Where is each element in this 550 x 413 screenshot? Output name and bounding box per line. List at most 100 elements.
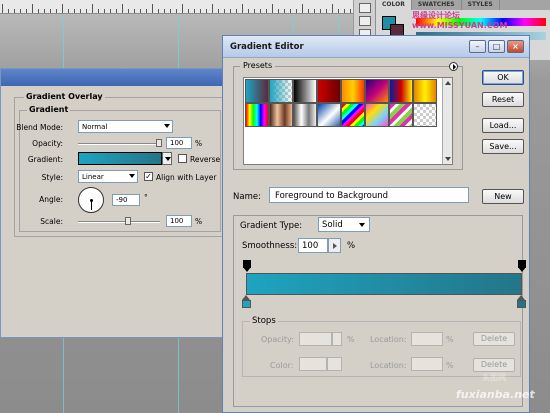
scale-input[interactable]: 100 — [166, 215, 192, 227]
style-value: Linear — [82, 173, 104, 181]
ruler-tick — [254, 9, 255, 13]
name-input[interactable]: Foreground to Background — [269, 187, 469, 203]
preset-swatch[interactable] — [389, 79, 413, 103]
gradient-picker-button[interactable] — [162, 152, 172, 165]
close-icon[interactable]: × — [507, 40, 524, 53]
preset-swatch[interactable] — [269, 103, 293, 127]
opacity-slider-thumb[interactable] — [156, 139, 162, 147]
tool-icon[interactable] — [358, 16, 371, 26]
stop-location-label: Location: — [370, 335, 407, 344]
scroll-down-icon[interactable] — [445, 157, 451, 161]
color-stop-left[interactable] — [242, 295, 251, 308]
delete-opacity-stop-button[interactable]: Delete — [473, 332, 515, 346]
preset-swatch[interactable] — [245, 79, 269, 103]
stop-color-menu[interactable] — [327, 357, 342, 371]
preset-swatch[interactable] — [413, 103, 437, 127]
preset-swatch[interactable] — [317, 103, 341, 127]
scale-slider-thumb[interactable] — [125, 217, 131, 225]
preset-swatch[interactable] — [413, 79, 437, 103]
scale-unit: % — [195, 217, 203, 226]
stop-opacity-input[interactable] — [299, 332, 332, 346]
angle-dial[interactable] — [78, 187, 104, 213]
stop-color-swatch[interactable] — [299, 357, 327, 371]
ruler-tick — [140, 9, 141, 13]
smoothness-stepper[interactable] — [328, 238, 341, 253]
delete-color-stop-button[interactable]: Delete — [473, 358, 515, 372]
scale-label: Scale: — [40, 217, 63, 226]
ruler-tick — [2, 4, 3, 13]
ruler-tick — [176, 9, 177, 13]
watermark-text: 思缘设计论坛 www.MISSYUAN.COM — [412, 11, 508, 30]
load-button[interactable]: Load... — [482, 118, 524, 133]
ruler-tick — [206, 9, 207, 13]
chevron-down-icon — [165, 157, 171, 161]
ruler-tick — [134, 9, 135, 13]
stop-location-input[interactable] — [411, 332, 443, 346]
preset-swatch[interactable] — [341, 103, 365, 127]
ruler-tick — [218, 9, 219, 13]
preset-swatch[interactable] — [245, 103, 269, 127]
presets-scrollbar[interactable] — [442, 78, 452, 164]
tab-styles[interactable]: STYLES — [462, 0, 500, 10]
name-label: Name: — [233, 192, 261, 202]
opacity-input[interactable]: 100 — [166, 137, 192, 149]
reverse-label: Reverse — [190, 155, 221, 164]
opacity-stop-left[interactable] — [243, 260, 251, 272]
color-stop-right[interactable] — [517, 295, 526, 308]
stop-color-label: Color: — [270, 361, 294, 370]
preset-swatch[interactable] — [269, 79, 293, 103]
stop-color-location-input[interactable] — [411, 357, 443, 371]
stop-color-location-unit: % — [446, 361, 454, 370]
gradient-type-select[interactable]: Solid — [318, 217, 370, 232]
stop-opacity-stepper[interactable] — [332, 332, 342, 346]
gradient-bar[interactable] — [246, 273, 522, 295]
style-select[interactable]: Linear — [78, 170, 138, 183]
tab-color[interactable]: COLOR — [376, 0, 412, 10]
preset-swatch[interactable] — [365, 103, 389, 127]
ruler-tick — [56, 9, 57, 13]
gradient-overlay-group: Gradient Overlay Gradient Blend Mode: No… — [14, 92, 224, 237]
ruler-tick — [14, 9, 15, 13]
stop-color-location-label: Location: — [370, 361, 407, 370]
ruler-tick — [26, 9, 27, 13]
ruler-tick — [110, 9, 111, 13]
preset-swatch[interactable] — [389, 103, 413, 127]
blend-mode-select[interactable]: Normal — [78, 120, 173, 133]
minimize-icon[interactable]: – — [469, 40, 486, 53]
gradient-label: Gradient: — [27, 155, 63, 164]
opacity-stop-right[interactable] — [518, 260, 526, 272]
reverse-checkbox[interactable] — [178, 154, 187, 163]
smoothness-input[interactable]: 100 — [298, 238, 328, 253]
preset-swatch[interactable] — [341, 79, 365, 103]
panel-tabs: COLOR SWATCHES STYLES — [376, 0, 550, 10]
preset-swatch[interactable] — [317, 79, 341, 103]
ruler-tick — [338, 9, 339, 13]
gradient-type-value: Solid — [322, 220, 343, 230]
scroll-up-icon[interactable] — [445, 81, 451, 85]
tool-icon[interactable] — [358, 3, 371, 13]
scale-slider[interactable] — [78, 221, 160, 223]
watermark-text: fuxianba.net — [456, 388, 535, 401]
ruler-tick — [212, 4, 213, 13]
presets-label: Presets — [240, 61, 276, 70]
maximize-icon[interactable]: □ — [488, 40, 505, 53]
ruler-tick — [8, 9, 9, 13]
ruler-tick — [152, 4, 153, 13]
tab-swatches[interactable]: SWATCHES — [412, 0, 462, 10]
angle-input[interactable]: -90 — [112, 194, 140, 206]
ok-button[interactable]: OK — [482, 70, 524, 85]
reset-button[interactable]: Reset — [482, 92, 524, 107]
preset-swatch[interactable] — [293, 79, 317, 103]
dialog-titlebar — [1, 69, 223, 86]
presets-menu-icon[interactable] — [449, 62, 458, 71]
preset-swatch[interactable] — [293, 103, 317, 127]
preset-swatch[interactable] — [365, 79, 389, 103]
align-with-layer-checkbox[interactable]: ✓ — [144, 172, 153, 181]
save-button[interactable]: Save... — [482, 139, 524, 154]
ruler-tick — [260, 9, 261, 13]
ruler-tick — [122, 4, 123, 13]
gradient-preview-swatch[interactable] — [78, 152, 162, 165]
opacity-slider[interactable] — [78, 143, 160, 145]
ruler-tick — [248, 9, 249, 13]
new-button[interactable]: New — [482, 189, 524, 204]
